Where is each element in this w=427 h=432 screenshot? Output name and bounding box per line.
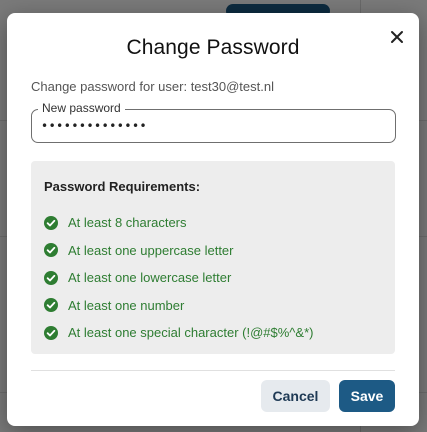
requirement-label: At least one number	[68, 297, 185, 313]
new-password-input[interactable]	[41, 117, 381, 135]
save-button[interactable]: Save	[339, 380, 395, 412]
requirement-item: At least one lowercase letter	[44, 264, 313, 292]
new-password-label: New password	[38, 101, 125, 115]
check-circle-icon	[44, 325, 58, 340]
requirement-label: At least one lowercase letter	[68, 270, 232, 286]
dialog-title: Change Password	[126, 36, 300, 59]
password-requirements-panel: Password Requirements: At least 8 charac…	[31, 161, 395, 354]
requirement-item: At least 8 characters	[44, 209, 313, 237]
check-circle-icon	[44, 215, 58, 230]
requirement-item: At least one uppercase letter	[44, 237, 313, 265]
dialog-subtitle: Change password for user: test30@test.nl	[31, 79, 274, 94]
requirements-title: Password Requirements:	[44, 179, 201, 194]
close-button[interactable]	[385, 25, 409, 49]
cancel-button[interactable]: Cancel	[261, 380, 330, 412]
new-password-field[interactable]: New password	[31, 101, 396, 143]
check-circle-icon	[44, 243, 58, 258]
requirement-label: At least one uppercase letter	[68, 242, 234, 258]
requirement-label: At least one special character (!@#$%^&*…	[68, 325, 314, 341]
footer-divider	[31, 370, 395, 371]
change-password-dialog: Change Password Change password for user…	[7, 13, 419, 426]
requirements-list: At least 8 characters At least one upper…	[44, 209, 313, 347]
close-icon	[391, 31, 403, 43]
requirement-item: At least one special character (!@#$%^&*…	[44, 319, 313, 347]
requirement-label: At least 8 characters	[68, 215, 187, 231]
check-circle-icon	[44, 298, 58, 313]
check-circle-icon	[44, 270, 58, 285]
requirement-item: At least one number	[44, 292, 313, 320]
